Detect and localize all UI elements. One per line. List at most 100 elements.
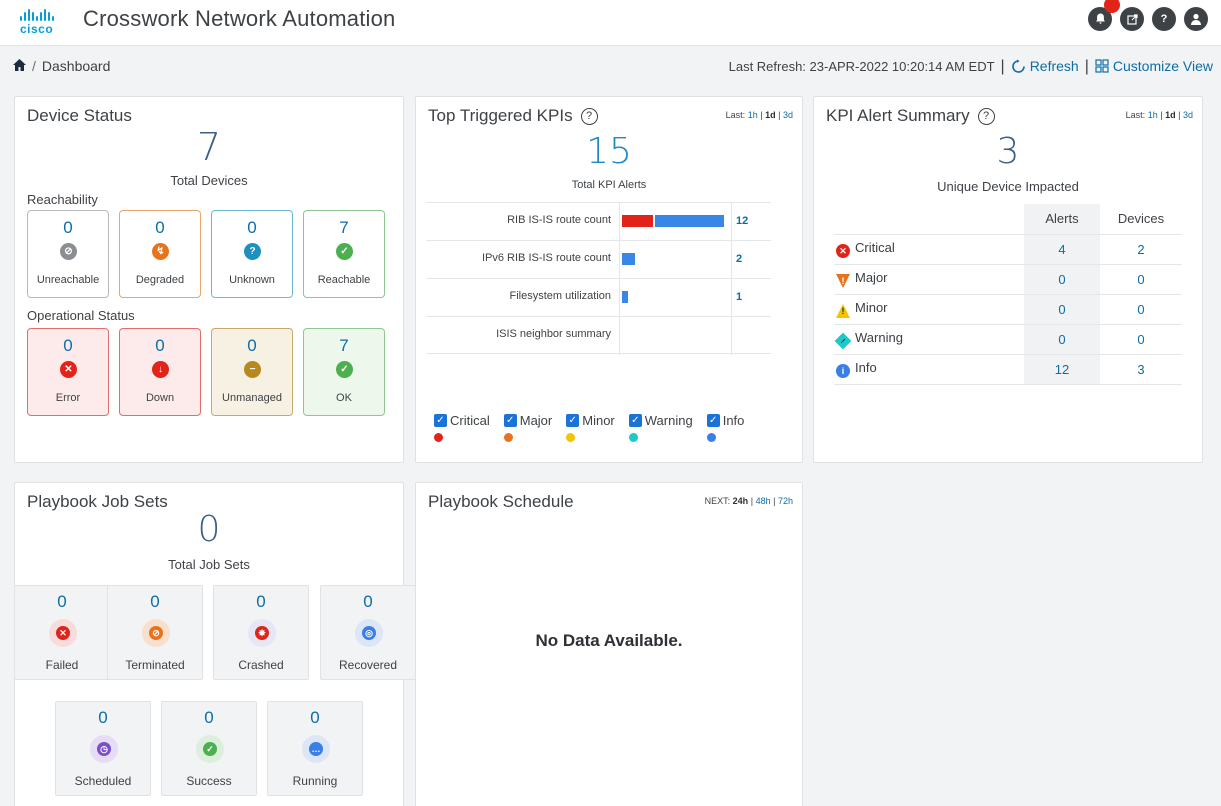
legend-warning[interactable]: ✓ Warning xyxy=(628,413,693,442)
external-link-icon[interactable] xyxy=(1120,7,1144,31)
user-icon[interactable] xyxy=(1184,7,1208,31)
checkbox-icon[interactable]: ✓ xyxy=(566,414,580,427)
checkbox-icon[interactable]: ✓ xyxy=(503,414,517,427)
help-icon[interactable]: ? xyxy=(1152,7,1176,31)
job-tile-failed[interactable]: 0 ✕ Failed xyxy=(14,585,110,680)
refresh-button[interactable]: Refresh xyxy=(1011,58,1079,74)
job-count: 0 xyxy=(204,708,214,727)
legend-label: Major xyxy=(519,413,553,428)
status-tile-unknown[interactable]: 0? Unknown xyxy=(211,210,293,298)
legend-major[interactable]: ✓ Major xyxy=(503,413,553,442)
kpi-bar-critical[interactable] xyxy=(622,215,653,227)
status-tile-ok[interactable]: 7 ✓ OK xyxy=(303,328,385,416)
range-24h[interactable]: 24h xyxy=(733,496,749,506)
status-tile-down[interactable]: 0 ↓ Down xyxy=(119,328,201,416)
alerts-count[interactable]: 0 xyxy=(1024,324,1100,355)
status-tile-error[interactable]: 0 ✕ Error xyxy=(27,328,109,416)
severity-label: Info xyxy=(855,360,877,375)
kpi-value: 2 xyxy=(736,253,743,265)
kpi-legend: ✓ Critical ✓ Major ✓ Minor ✓ Warning ✓ Info xyxy=(434,413,744,442)
devices-count[interactable]: 0 xyxy=(1100,294,1182,325)
total-kpi-alerts-count[interactable]: 15 xyxy=(416,131,802,172)
checkbox-icon[interactable]: ✓ xyxy=(628,414,642,427)
checkbox-icon[interactable]: ✓ xyxy=(434,414,447,427)
terminated-icon: ⊘ xyxy=(142,619,170,647)
job-count: 0 xyxy=(363,592,373,611)
info-icon: i xyxy=(836,364,850,378)
home-icon[interactable] xyxy=(13,58,26,74)
status-tile-unreachable[interactable]: 0 ⊘ Unreachable xyxy=(27,210,109,298)
help-circle-icon[interactable]: ? xyxy=(580,107,598,125)
range-1h[interactable]: 1h xyxy=(1148,110,1158,120)
top-kpis-card: Top Triggered KPIs? Last: 1h | 1d | 3d 1… xyxy=(415,96,803,463)
bell-icon[interactable] xyxy=(1088,0,1120,31)
help-circle-icon[interactable]: ? xyxy=(977,107,995,125)
severity-table: Alerts Devices ✕ Critical 4 2! Major 0 0! Minor… xyxy=(834,204,1182,385)
range-prefix: NEXT: xyxy=(704,496,731,506)
kpi-row[interactable]: ISIS neighbor summary xyxy=(426,316,771,355)
devices-count[interactable]: 0 xyxy=(1100,264,1182,295)
alerts-count[interactable]: 0 xyxy=(1024,264,1100,295)
alerts-header: Alerts xyxy=(1024,204,1100,235)
cisco-logo[interactable]: cisco xyxy=(20,9,64,37)
severity-row-warning[interactable]: ! Warning 0 0 xyxy=(834,324,1182,355)
severity-row-info[interactable]: i Info 12 3 xyxy=(834,354,1182,385)
kpi-row[interactable]: Filesystem utilization 1 xyxy=(426,278,771,317)
kpi-row[interactable]: RIB IS-IS route count 12 xyxy=(426,202,771,241)
legend-info[interactable]: ✓ Info xyxy=(706,413,744,442)
top-kpis-title: Top Triggered KPIs xyxy=(428,106,573,125)
scheduled-icon: ◷ xyxy=(90,735,118,763)
range-1h[interactable]: 1h xyxy=(748,110,758,120)
job-label: Crashed xyxy=(238,658,284,672)
recovered-icon: ◎ xyxy=(355,619,383,647)
failed-icon: ✕ xyxy=(49,619,77,647)
status-tile-reachable[interactable]: 7 ✓ Reachable xyxy=(303,210,385,298)
kpi-bar-info[interactable] xyxy=(622,291,628,303)
range-3d[interactable]: 3d xyxy=(783,110,793,120)
devices-count[interactable]: 3 xyxy=(1100,354,1182,385)
kpi-name: IPv6 RIB IS-IS route count xyxy=(481,252,611,264)
range-1d[interactable]: 1d xyxy=(765,110,776,120)
kpi-bar-info[interactable] xyxy=(655,215,724,227)
kpi-bar-info[interactable] xyxy=(622,253,635,265)
status-tile-degraded[interactable]: 0 ↯ Degraded xyxy=(119,210,201,298)
severity-row-critical[interactable]: ✕ Critical 4 2 xyxy=(834,234,1182,265)
range-3d[interactable]: 3d xyxy=(1183,110,1193,120)
unique-device-count[interactable]: 3 xyxy=(814,131,1202,172)
status-label: Unmanaged xyxy=(222,392,282,404)
job-count: 0 xyxy=(98,708,108,727)
customize-view-button[interactable]: Customize View xyxy=(1095,58,1213,74)
job-tile-recovered[interactable]: 0 ◎ Recovered xyxy=(320,585,416,680)
job-tile-terminated[interactable]: 0 ⊘ Terminated xyxy=(107,585,203,680)
severity-row-minor[interactable]: ! Minor 0 0 xyxy=(834,294,1182,325)
job-tile-crashed[interactable]: 0 ✸ Crashed xyxy=(213,585,309,680)
customize-view-label: Customize View xyxy=(1112,58,1213,74)
kpi-row[interactable]: IPv6 RIB IS-IS route count 2 xyxy=(426,240,771,279)
total-job-sets-count[interactable]: 0 xyxy=(15,509,403,550)
checkbox-icon[interactable]: ✓ xyxy=(706,414,720,427)
crashed-icon: ✸ xyxy=(248,619,276,647)
severity-row-major[interactable]: ! Major 0 0 xyxy=(834,264,1182,295)
alerts-count[interactable]: 0 xyxy=(1024,294,1100,325)
range-72h[interactable]: 72h xyxy=(778,496,793,506)
severity-header xyxy=(834,204,1024,235)
legend-minor[interactable]: ✓ Minor xyxy=(566,413,615,442)
alerts-count[interactable]: 4 xyxy=(1024,234,1100,265)
alerts-count[interactable]: 12 xyxy=(1024,354,1100,385)
devices-count[interactable]: 2 xyxy=(1100,234,1182,265)
range-48h[interactable]: 48h xyxy=(756,496,771,506)
total-devices-count[interactable]: 7 xyxy=(15,125,403,169)
reachability-unknown-icon: ? xyxy=(244,243,261,260)
status-label: Unreachable xyxy=(36,274,100,286)
legend-critical[interactable]: ✓ Critical xyxy=(434,413,490,442)
status-tile-unmanaged[interactable]: 0 − Unmanaged xyxy=(211,328,293,416)
reachability-reachable-icon: ✓ xyxy=(336,243,353,260)
devices-count[interactable]: 0 xyxy=(1100,324,1182,355)
severity-label: Minor xyxy=(855,300,888,315)
severity-cell: ! Minor xyxy=(834,294,1024,325)
job-tile-success[interactable]: 0 ✓ Success xyxy=(161,701,257,796)
range-1d[interactable]: 1d xyxy=(1165,110,1176,120)
job-tile-running[interactable]: 0 … Running xyxy=(267,701,363,796)
job-tile-scheduled[interactable]: 0 ◷ Scheduled xyxy=(55,701,151,796)
kpi-axis-line xyxy=(731,241,732,279)
